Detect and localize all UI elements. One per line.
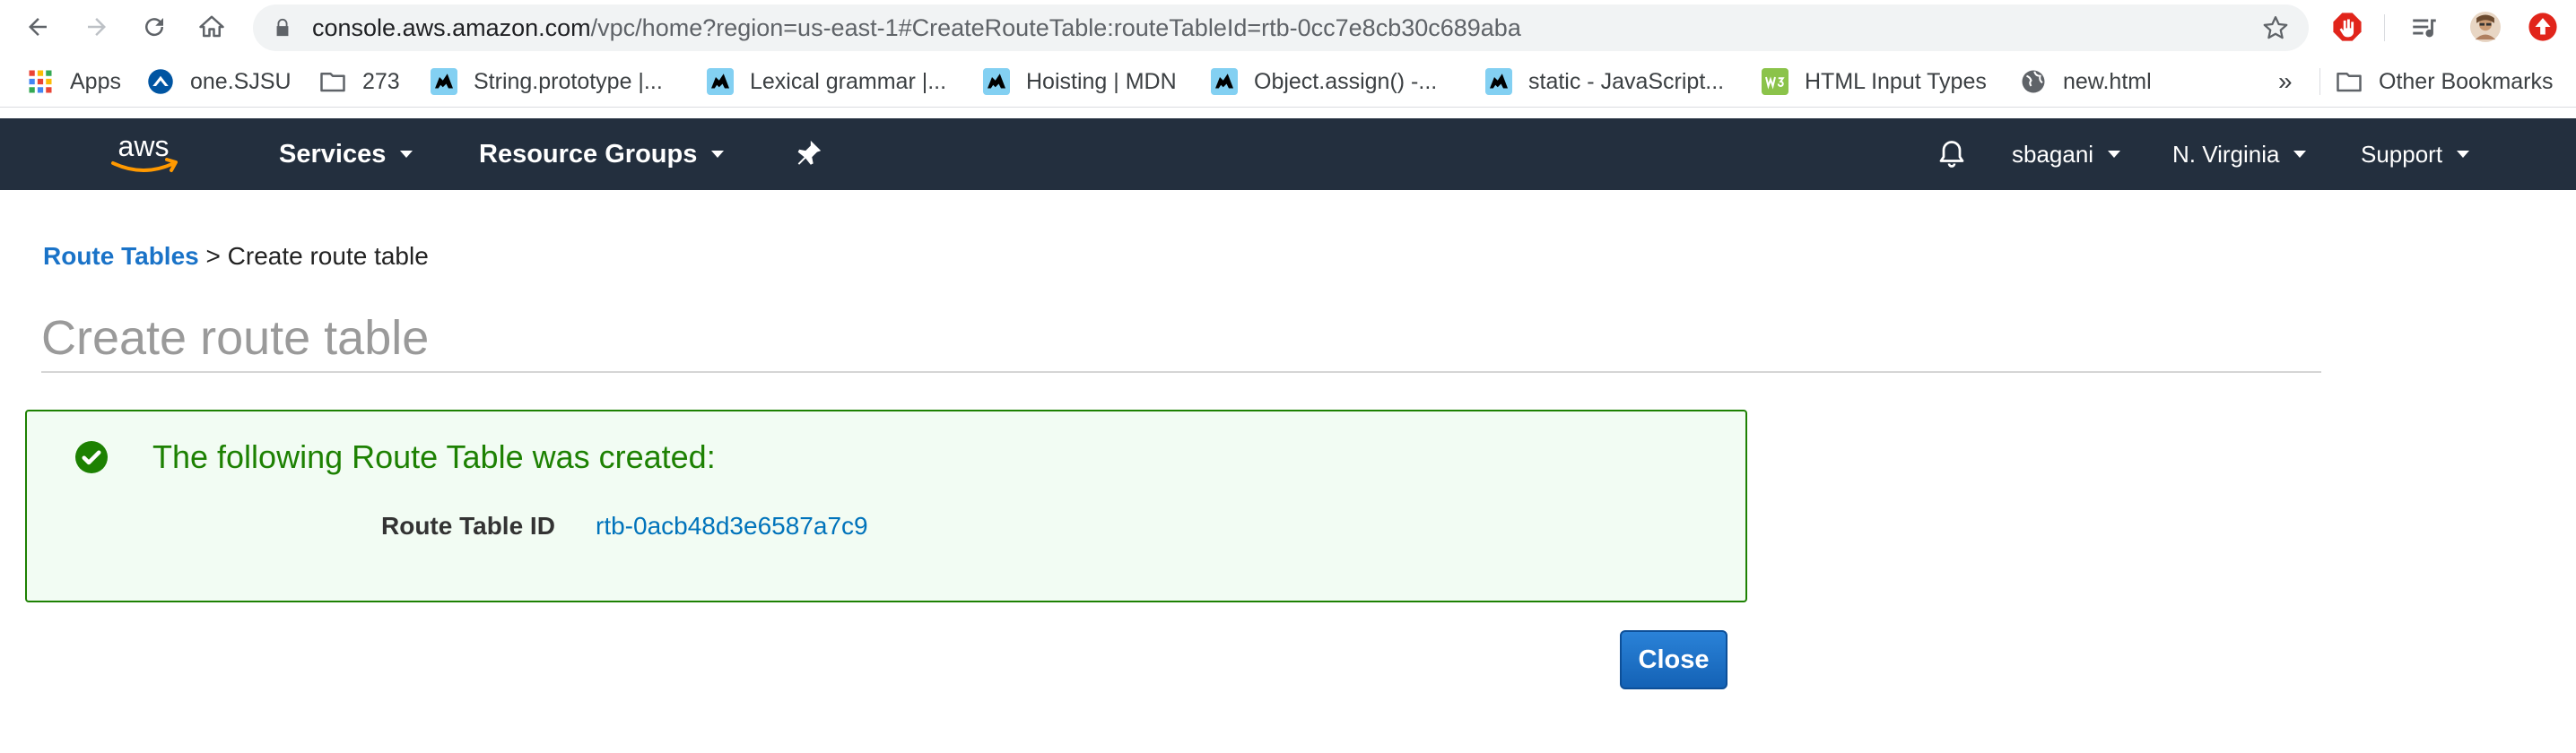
region-label: N. Virginia xyxy=(2172,140,2280,168)
mdn-icon xyxy=(707,68,734,95)
user-menu[interactable]: sbagani xyxy=(2012,118,2121,190)
home-button[interactable] xyxy=(194,9,230,45)
update-available-icon[interactable] xyxy=(2528,12,2558,42)
bookmark-label: Apps xyxy=(70,68,121,94)
services-menu[interactable]: Services xyxy=(279,118,413,190)
bookmark-new-html[interactable]: new.html xyxy=(2020,56,2152,108)
success-alert: The following Route Table was created: R… xyxy=(25,410,1747,602)
bookmarks-separator xyxy=(2319,68,2320,95)
mdn-icon xyxy=(983,68,1010,95)
breadcrumb: Route Tables > Create route table xyxy=(43,242,429,271)
bookmark-label: HTML Input Types xyxy=(1805,68,1987,94)
services-label: Services xyxy=(279,139,387,169)
bookmark-label: Object.assign() -... xyxy=(1254,68,1438,94)
pin-icon[interactable] xyxy=(793,138,823,169)
breadcrumb-current: Create route table xyxy=(227,242,429,270)
bookmarks-bar: Apps one.SJSU 273 String.prototype |... … xyxy=(0,56,2576,108)
close-button[interactable]: Close xyxy=(1620,630,1727,689)
home-icon xyxy=(199,15,224,38)
address-bar[interactable]: console.aws.amazon.com/vpc/home?region=u… xyxy=(253,4,2309,51)
sjsu-icon xyxy=(147,68,174,95)
route-table-id-link[interactable]: rtb-0acb48d3e6587a7c9 xyxy=(596,512,868,541)
url-path: /vpc/home?region=us-east-1#CreateRouteTa… xyxy=(590,14,1521,41)
bookmark-apps[interactable]: Apps xyxy=(27,56,121,108)
route-table-id-label: Route Table ID xyxy=(381,512,555,540)
success-check-icon xyxy=(75,441,108,473)
bookmark-label: Other Bookmarks xyxy=(2379,68,2554,94)
breadcrumb-separator: > xyxy=(205,242,221,270)
mdn-icon xyxy=(1211,68,1238,95)
bookmark-lexical-grammar[interactable]: Lexical grammar |... xyxy=(707,56,946,108)
bookmark-string-prototype[interactable]: String.prototype |... xyxy=(431,56,663,108)
arrow-right-icon xyxy=(88,18,106,36)
chevron-down-icon xyxy=(400,151,413,158)
bookmark-star-icon[interactable] xyxy=(2262,14,2289,41)
profile-avatar-icon[interactable] xyxy=(2470,12,2501,42)
chevron-down-icon xyxy=(2457,151,2470,158)
bookmark-static-javascript[interactable]: static - JavaScript... xyxy=(1485,56,1724,108)
support-label: Support xyxy=(2361,140,2443,168)
back-button[interactable] xyxy=(20,9,56,45)
adblock-extension-icon[interactable] xyxy=(2332,12,2363,42)
page-title: Create route table xyxy=(41,311,430,365)
mdn-icon xyxy=(431,68,457,95)
region-menu[interactable]: N. Virginia xyxy=(2172,118,2307,190)
lock-icon xyxy=(276,18,289,37)
breadcrumb-route-tables-link[interactable]: Route Tables xyxy=(43,242,199,270)
bookmark-label: 273 xyxy=(362,68,400,94)
title-divider xyxy=(41,371,2321,373)
bookmark-one-sjsu[interactable]: one.SJSU xyxy=(147,56,292,108)
resource-groups-label: Resource Groups xyxy=(479,139,698,169)
bookmark-other-bookmarks[interactable]: Other Bookmarks xyxy=(2336,56,2554,108)
globe-icon xyxy=(2020,68,2047,95)
w3schools-icon xyxy=(1762,68,1788,95)
forward-button[interactable] xyxy=(79,9,115,45)
browser-toolbar: console.aws.amazon.com/vpc/home?region=u… xyxy=(0,0,2576,56)
bookmark-label: static - JavaScript... xyxy=(1528,68,1725,94)
bookmark-label: Lexical grammar |... xyxy=(750,68,947,94)
apps-grid-icon xyxy=(27,68,54,95)
bookmark-label: String.prototype |... xyxy=(474,68,663,94)
bookmark-273[interactable]: 273 xyxy=(319,56,400,108)
bookmark-label: new.html xyxy=(2063,68,2152,94)
more-bookmarks-button[interactable]: » xyxy=(2278,56,2293,108)
url-text: console.aws.amazon.com/vpc/home?region=u… xyxy=(312,4,1521,51)
success-message: The following Route Table was created: xyxy=(152,438,716,475)
bookmark-object-assign[interactable]: Object.assign() -... xyxy=(1211,56,1437,108)
mdn-icon xyxy=(1485,68,1512,95)
user-label: sbagani xyxy=(2012,140,2094,168)
aws-top-nav: aws Services Resource Groups sbagani N. … xyxy=(0,118,2576,190)
bell-icon[interactable] xyxy=(1936,138,1968,170)
folder-icon xyxy=(319,68,346,95)
chevron-down-icon xyxy=(711,151,725,158)
reload-icon xyxy=(145,18,164,37)
folder-icon xyxy=(2336,68,2363,95)
chevron-down-icon xyxy=(2293,151,2307,158)
url-host: console.aws.amazon.com xyxy=(312,14,591,41)
resource-groups-menu[interactable]: Resource Groups xyxy=(479,118,725,190)
toolbar-separator xyxy=(2384,14,2385,41)
bookmark-label: one.SJSU xyxy=(190,68,292,94)
media-queue-icon[interactable] xyxy=(2409,12,2440,42)
chevron-down-icon xyxy=(2108,151,2121,158)
bookmark-label: Hoisting | MDN xyxy=(1026,68,1177,94)
reload-button[interactable] xyxy=(136,9,172,45)
bookmark-hoisting[interactable]: Hoisting | MDN xyxy=(983,56,1177,108)
arrow-left-icon xyxy=(29,18,47,36)
bookmark-html-input-types[interactable]: HTML Input Types xyxy=(1762,56,1987,108)
svg-text:aws: aws xyxy=(118,131,170,162)
support-menu[interactable]: Support xyxy=(2361,118,2470,190)
aws-logo-icon[interactable]: aws xyxy=(106,131,181,179)
